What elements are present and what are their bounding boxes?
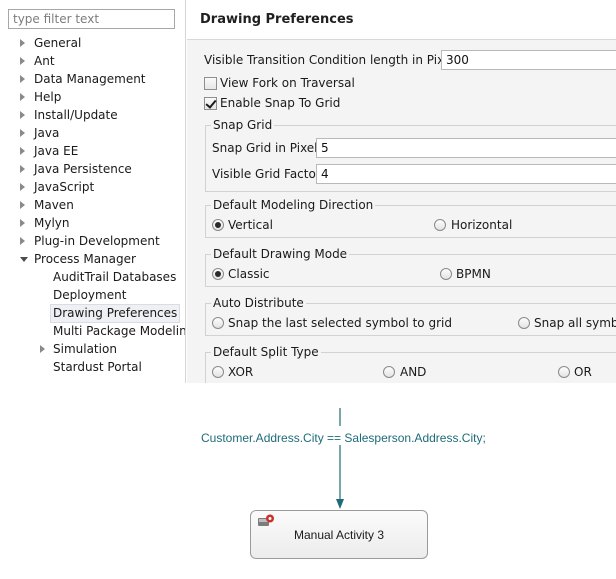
- tree-item-javascript[interactable]: JavaScript: [0, 179, 185, 196]
- tree-item-label: Drawing Preferences: [49, 304, 181, 323]
- process-diagram: Customer.Address.City == Salesperson.Add…: [0, 383, 616, 579]
- tree-collapsed-icon[interactable]: [20, 165, 25, 173]
- tree-collapsed-icon[interactable]: [20, 57, 25, 65]
- snap-all-radio[interactable]: [518, 317, 530, 329]
- mode-classic-label: Classic: [228, 267, 270, 281]
- snap-last-radio[interactable]: [212, 317, 224, 329]
- tree-item-label: Mylyn: [34, 216, 70, 230]
- tree-item-general[interactable]: General: [0, 35, 185, 52]
- tree-item-label: Data Management: [34, 72, 146, 86]
- split-xor-label: XOR: [228, 365, 254, 379]
- tree-collapsed-icon[interactable]: [20, 147, 25, 155]
- tree-expanded-icon[interactable]: [20, 257, 28, 262]
- split-and-radio[interactable]: [383, 366, 395, 378]
- snap-to-grid-label: Enable Snap To Grid: [220, 96, 341, 110]
- tree-collapsed-icon[interactable]: [20, 237, 25, 245]
- preference-page: Drawing Preferences Visible Transition C…: [187, 0, 616, 383]
- direction-vertical-label: Vertical: [228, 218, 273, 232]
- grid-factor-input[interactable]: 4: [316, 164, 616, 184]
- snap-all-label: Snap all symb: [534, 316, 616, 330]
- direction-horizontal-radio[interactable]: [434, 219, 446, 231]
- tree-item-process-manager[interactable]: Process Manager: [0, 251, 185, 268]
- tree-item-label: AuditTrail Databases: [53, 270, 177, 284]
- split-type-title: Default Split Type: [211, 345, 321, 359]
- tree-item-install-update[interactable]: Install/Update: [0, 107, 185, 124]
- manual-activity-icon: [258, 514, 274, 526]
- snap-last-label: Snap the last selected symbol to grid: [228, 316, 452, 330]
- tree-item-label: Java Persistence: [34, 162, 132, 176]
- preferences-tree-pane: General Ant Data Management Help Install/Upd…: [0, 0, 186, 383]
- mode-classic-radio[interactable]: [212, 268, 224, 280]
- auto-distribute-title: Auto Distribute: [211, 296, 306, 310]
- split-xor-radio[interactable]: [212, 366, 224, 378]
- manual-activity-node[interactable]: Manual Activity 3: [250, 510, 428, 559]
- view-fork-checkbox[interactable]: [204, 77, 217, 90]
- tree-collapsed-icon[interactable]: [20, 129, 25, 137]
- tree-collapsed-icon[interactable]: [20, 111, 25, 119]
- tree-item-drawing-preferences[interactable]: Drawing Preferences: [0, 304, 185, 323]
- tree-item-label: Ant: [34, 54, 55, 68]
- tree-collapsed-icon[interactable]: [20, 219, 25, 227]
- tree-collapsed-icon[interactable]: [20, 183, 25, 191]
- tree-item-label: General: [34, 36, 82, 50]
- preferences-dialog: General Ant Data Management Help Install/Upd…: [0, 0, 616, 383]
- tree-item-simulation[interactable]: Simulation: [0, 341, 185, 358]
- transition-length-label: Visible Transition Condition length in P…: [204, 53, 455, 67]
- tree-collapsed-icon[interactable]: [20, 39, 25, 47]
- tree-item-label: Process Manager: [34, 252, 136, 266]
- split-and-label: AND: [400, 365, 427, 379]
- activity-label: Manual Activity 3: [293, 528, 385, 542]
- tree-item-label: Simulation: [53, 342, 117, 356]
- direction-title: Default Modeling Direction: [211, 198, 376, 212]
- tree-item-label: Maven: [34, 198, 74, 212]
- tree-item-maven[interactable]: Maven: [0, 197, 185, 214]
- direction-horizontal-label: Horizontal: [451, 218, 513, 232]
- direction-vertical-radio[interactable]: [212, 219, 224, 231]
- tree-collapsed-icon[interactable]: [20, 93, 25, 101]
- tree-item-label: Stardust Portal: [53, 360, 142, 374]
- tree-item-audittrail-databases[interactable]: AuditTrail Databases: [0, 269, 185, 286]
- tree-item-mylyn[interactable]: Mylyn: [0, 215, 185, 232]
- tree-item-data-management[interactable]: Data Management: [0, 71, 185, 88]
- tree-item-label: Deployment: [53, 288, 127, 302]
- tree-item-label: Multi Package Modelin: [53, 324, 186, 338]
- mode-bpmn-label: BPMN: [456, 267, 491, 281]
- tree-item-plug-in-development[interactable]: Plug-in Development: [0, 233, 185, 250]
- tree-item-label: Java EE: [34, 144, 79, 158]
- tree-item-java-persistence[interactable]: Java Persistence: [0, 161, 185, 178]
- tree-collapsed-icon[interactable]: [20, 75, 25, 83]
- split-or-radio[interactable]: [558, 366, 570, 378]
- tree-collapsed-icon[interactable]: [20, 201, 25, 209]
- mode-bpmn-radio[interactable]: [440, 268, 452, 280]
- drawing-mode-title: Default Drawing Mode: [211, 247, 350, 261]
- tree-item-java-ee[interactable]: Java EE: [0, 143, 185, 160]
- tree-item-label: JavaScript: [34, 180, 95, 194]
- split-or-label: OR: [574, 365, 592, 379]
- tree-item-help[interactable]: Help: [0, 89, 185, 106]
- snap-grid-title: Snap Grid: [211, 118, 275, 132]
- snap-to-grid-checkbox[interactable]: [204, 97, 217, 110]
- snap-grid-pixel-label: Snap Grid in Pixel: [212, 141, 318, 155]
- transition-length-input[interactable]: 300: [441, 50, 616, 70]
- tree-item-java[interactable]: Java: [0, 125, 185, 142]
- tree-item-multi-package-modelin[interactable]: Multi Package Modelin: [0, 323, 186, 340]
- connector-arrowhead: [336, 499, 344, 509]
- tree-item-label: Plug-in Development: [34, 234, 160, 248]
- page-title: Drawing Preferences: [200, 12, 354, 27]
- view-fork-label: View Fork on Traversal: [220, 76, 355, 90]
- tree-item-deployment[interactable]: Deployment: [0, 287, 185, 304]
- transition-condition-label[interactable]: Customer.Address.City == Salesperson.Add…: [201, 431, 486, 445]
- page-header: Drawing Preferences: [187, 0, 616, 40]
- grid-factor-label: Visible Grid Factor: [212, 167, 321, 181]
- tree-item-label: Install/Update: [34, 108, 118, 122]
- filter-input[interactable]: [8, 9, 175, 29]
- snap-grid-pixel-input[interactable]: 5: [316, 138, 616, 158]
- tree-item-label: Help: [34, 90, 62, 104]
- tree-item-ant[interactable]: Ant: [0, 53, 185, 70]
- tree-item-label: Java: [34, 126, 60, 140]
- tree-item-stardust-portal[interactable]: Stardust Portal: [0, 359, 185, 376]
- tree-collapsed-icon[interactable]: [40, 345, 45, 353]
